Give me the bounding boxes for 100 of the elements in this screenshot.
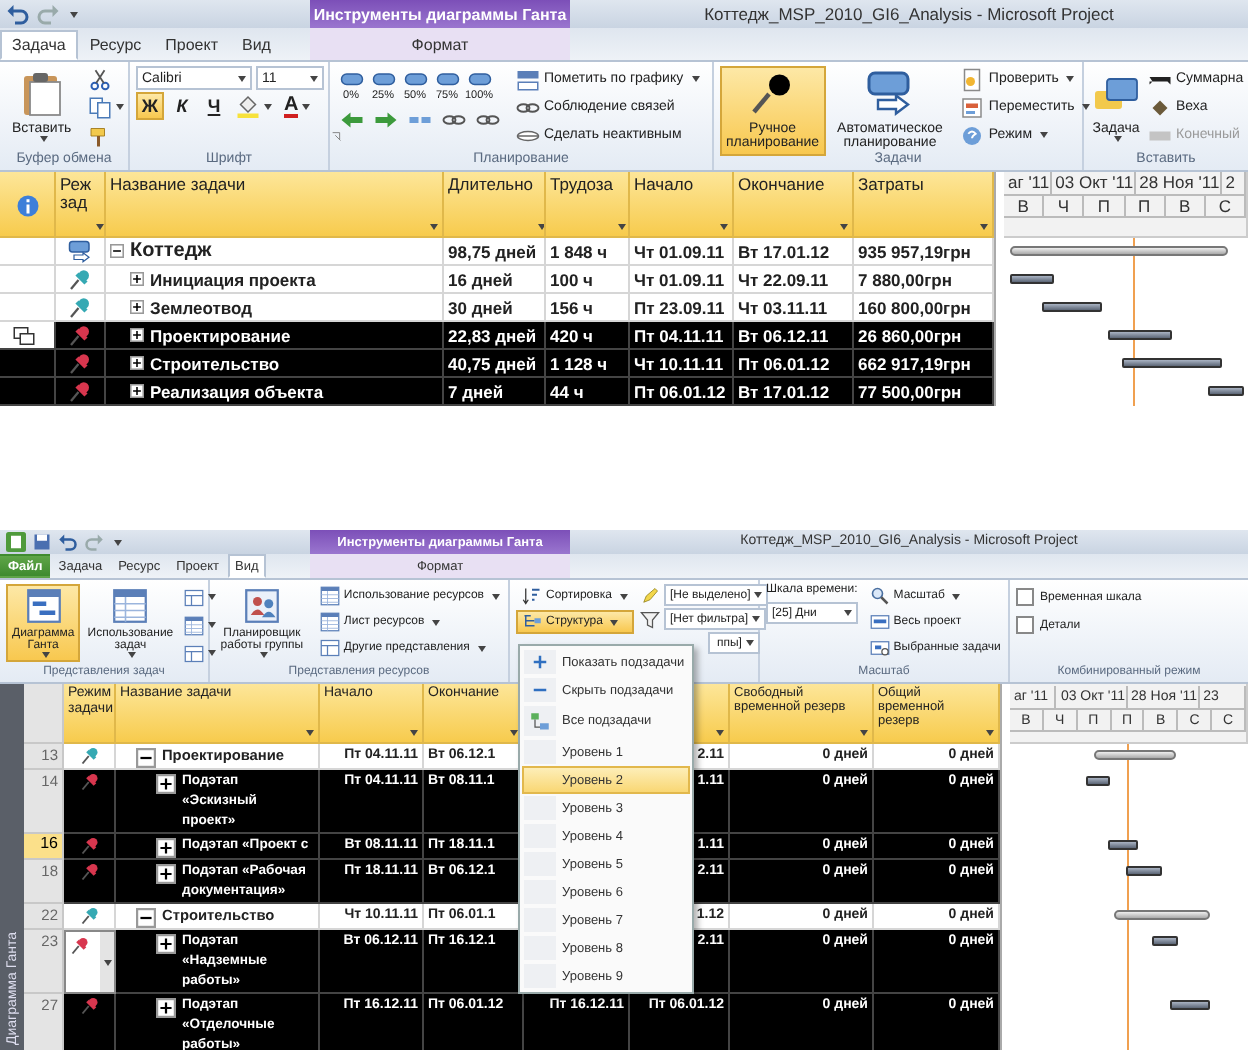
view-button[interactable] [180,612,221,638]
table-cell: Вт 06.12.11 [734,322,854,350]
document-icon [960,67,985,91]
highlight-color-button[interactable] [232,93,276,119]
caret-icon [752,616,761,622]
info-icon [15,194,39,218]
caret-icon [432,619,441,625]
caret-icon [306,730,314,736]
font-style-button[interactable]: Ж [136,92,164,120]
timescale-label: В [1004,196,1045,218]
font-style-button[interactable]: Ч [200,92,228,120]
document-icon [960,95,985,119]
font-color-button[interactable]: A [280,93,315,119]
redo-icon [84,532,104,552]
table-cell: Вт 17.01.12 [734,378,854,406]
copy-icon [87,95,112,119]
table-cell: 40,75 дней [444,350,546,378]
row-number: 16 [24,834,64,860]
gantt-bar [1108,330,1173,340]
column-header: Начало [634,176,694,195]
outline-icon [522,612,542,632]
arrow-icon [374,107,398,131]
timescale-label: 03 Окт '11 [1051,172,1136,196]
caret-icon [980,224,988,230]
table-cell: 44 ч [546,378,630,406]
ribbon-tab[interactable]: Вид [230,30,283,60]
caret-icon [410,730,418,736]
table-icon [184,615,205,635]
gantt-chart-icon [25,588,62,624]
caret-icon [208,650,217,656]
window-title: Коттедж_MSP_2010_GI6_Analysis - Microsoft Project [702,2,1116,28]
caret-icon [264,103,272,109]
timescale-label: 28 Ноя '11 [1135,172,1222,196]
bars-icon [516,67,540,91]
filter-icon [639,609,660,629]
timescale-label: В [1165,196,1206,218]
dialog-launcher-icon [330,130,344,144]
table-cell: Пт 06.01.12 [630,378,734,406]
caret-icon [310,75,318,81]
gantt-bar [1086,776,1110,786]
ribbon-tab[interactable]: Ресурс [77,30,154,60]
view-button[interactable] [180,584,221,610]
table-cell: Пт 04.11.11 [630,322,734,350]
caret-icon [720,224,728,230]
subtasks-icon [530,711,550,731]
table-icon [319,586,340,606]
redo-icon [36,2,60,26]
scissors-icon [87,67,112,91]
timescale-label: аг '11 [1004,172,1052,196]
caret-icon [610,619,619,625]
column-header: Реж зад [60,176,92,214]
gantt-bar [1208,386,1244,396]
ribbon-tab[interactable]: Задача [0,30,78,60]
timescale-label: С [1205,196,1246,218]
caret-icon [70,11,78,17]
table-cell: 7 дней [444,378,546,406]
diamond-icon [1148,95,1172,119]
view-button[interactable] [180,640,221,666]
timescale-label: Ч [1044,196,1085,218]
gantt-bar [1121,358,1222,368]
people-icon [243,588,280,624]
summary-bar [1114,910,1210,920]
caret-icon [115,104,124,110]
save-icon [32,532,52,552]
undo-icon [6,2,30,26]
summary-bar [1093,750,1177,760]
column-header: Затраты [858,176,924,195]
window-icon [319,638,340,658]
caret-icon [114,539,122,545]
caret-icon [745,640,754,646]
table-cell: 1 128 ч [546,350,630,378]
caret-icon [843,610,852,616]
table-cell: 26 860,00грн [854,322,994,350]
gantt-bar [1126,866,1163,876]
task-name: Коттедж [130,240,212,262]
task-name: Землеотвод [150,297,252,317]
caret-icon [208,622,217,628]
table-cell: 662 917,19грн [854,350,994,378]
task-name: Реализация объекта [150,381,324,401]
table-cell: 420 ч [546,322,630,350]
table-icon [319,612,340,632]
caret-icon [41,652,50,658]
arrow-icon [340,107,364,131]
gantt-bar [1010,274,1054,284]
caret-icon [430,224,438,230]
undo-icon [58,532,78,552]
plus-icon [530,652,550,672]
timeline-icon [869,638,890,658]
gantt-bar [1041,302,1102,312]
caret-icon [1066,76,1075,82]
column-header: Трудоза [550,176,614,195]
column-header: Окончание [738,176,825,195]
ribbon-tab[interactable]: Проект [153,30,230,60]
task-name: Проектирование [150,325,291,345]
table-cell: 77 500,00грн [854,378,994,406]
contextual-tab-header: Инструменты диаграммы Ганта [310,0,570,28]
caret-icon [208,594,217,600]
gantt-bar [1169,1000,1210,1010]
table-cell: 22,83 дней [444,322,546,350]
font-style-button[interactable]: К [168,92,196,120]
